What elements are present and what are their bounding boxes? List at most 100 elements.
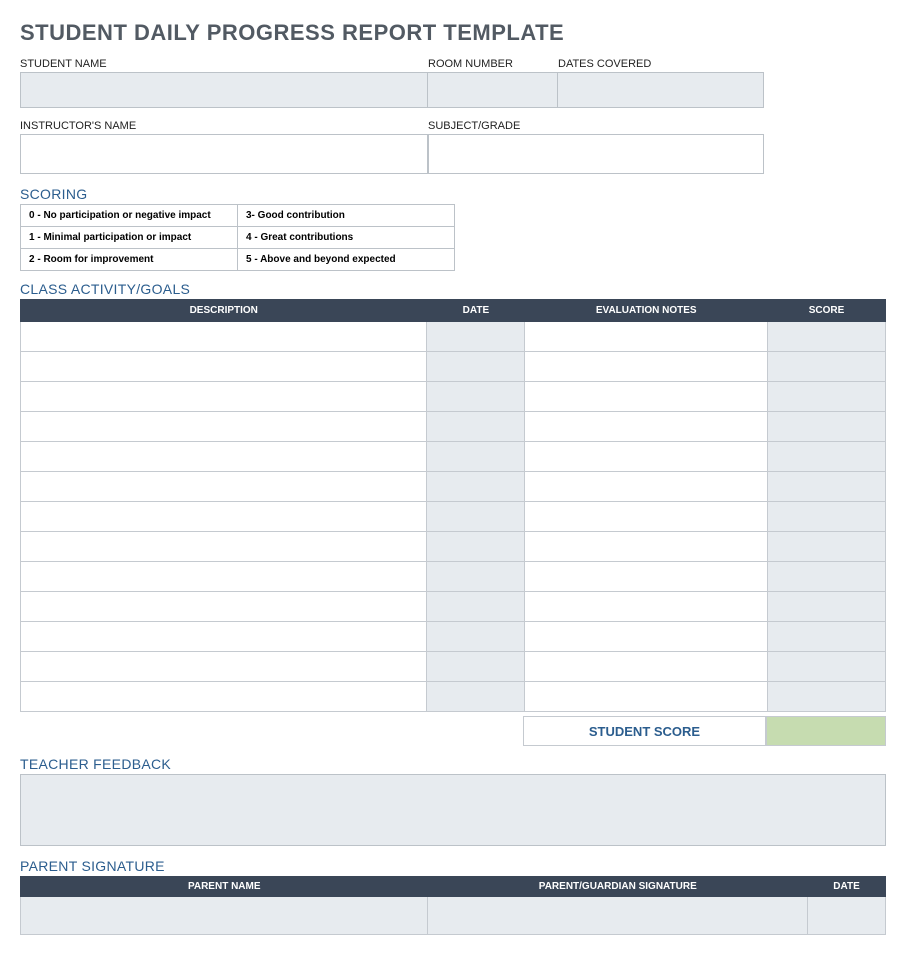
cell-description[interactable]: [21, 322, 427, 352]
subject-field[interactable]: [428, 134, 764, 174]
cell-score[interactable]: [768, 532, 886, 562]
cell-date[interactable]: [427, 682, 525, 712]
cell-notes[interactable]: [525, 502, 768, 532]
cell-score[interactable]: [768, 442, 886, 472]
th-parent-name: PARENT NAME: [21, 877, 428, 897]
scoring-cell: 4 - Great contributions: [238, 227, 455, 249]
cell-score[interactable]: [768, 562, 886, 592]
cell-description[interactable]: [21, 412, 427, 442]
parent-signature-field[interactable]: [428, 897, 808, 935]
cell-notes[interactable]: [525, 442, 768, 472]
cell-score[interactable]: [768, 592, 886, 622]
cell-description[interactable]: [21, 472, 427, 502]
cell-description[interactable]: [21, 682, 427, 712]
cell-date[interactable]: [427, 472, 525, 502]
activity-row: [21, 652, 886, 682]
cell-score[interactable]: [768, 472, 886, 502]
th-score: SCORE: [768, 300, 886, 322]
cell-description[interactable]: [21, 622, 427, 652]
student-score-row: STUDENT SCORE: [20, 716, 886, 746]
cell-description[interactable]: [21, 502, 427, 532]
activity-table: DESCRIPTION DATE EVALUATION NOTES SCORE: [20, 299, 886, 712]
cell-score[interactable]: [768, 382, 886, 412]
instructor-label: INSTRUCTOR'S NAME: [20, 120, 428, 132]
cell-notes[interactable]: [525, 412, 768, 442]
cell-date[interactable]: [427, 382, 525, 412]
cell-score[interactable]: [768, 622, 886, 652]
instructor-field[interactable]: [20, 134, 428, 174]
activity-row: [21, 472, 886, 502]
scoring-cell: 1 - Minimal participation or impact: [21, 227, 238, 249]
cell-description[interactable]: [21, 562, 427, 592]
activity-row: [21, 352, 886, 382]
activity-row: [21, 622, 886, 652]
activity-row: [21, 412, 886, 442]
parent-name-field[interactable]: [21, 897, 428, 935]
scoring-cell: 5 - Above and beyond expected: [238, 249, 455, 271]
cell-date[interactable]: [427, 652, 525, 682]
cell-score[interactable]: [768, 412, 886, 442]
dates-covered-label: DATES COVERED: [558, 58, 764, 70]
scoring-table: 0 - No participation or negative impact …: [20, 204, 455, 271]
info-row-1: STUDENT NAME ROOM NUMBER DATES COVERED: [20, 58, 892, 108]
cell-notes[interactable]: [525, 352, 768, 382]
signature-heading: PARENT SIGNATURE: [20, 858, 892, 874]
room-number-label: ROOM NUMBER: [428, 58, 558, 70]
cell-notes[interactable]: [525, 532, 768, 562]
cell-description[interactable]: [21, 352, 427, 382]
cell-score[interactable]: [768, 652, 886, 682]
cell-notes[interactable]: [525, 382, 768, 412]
activity-row: [21, 382, 886, 412]
student-name-field[interactable]: [20, 72, 428, 108]
scoring-heading: SCORING: [20, 186, 892, 202]
activity-row: [21, 682, 886, 712]
cell-notes[interactable]: [525, 682, 768, 712]
scoring-cell: 2 - Room for improvement: [21, 249, 238, 271]
cell-score[interactable]: [768, 502, 886, 532]
activity-row: [21, 322, 886, 352]
signature-table: PARENT NAME PARENT/GUARDIAN SIGNATURE DA…: [20, 876, 886, 935]
student-score-label: STUDENT SCORE: [523, 716, 766, 746]
cell-description[interactable]: [21, 532, 427, 562]
th-date: DATE: [427, 300, 525, 322]
cell-date[interactable]: [427, 562, 525, 592]
th-sig-date: DATE: [808, 877, 886, 897]
info-row-2: INSTRUCTOR'S NAME SUBJECT/GRADE: [20, 120, 892, 174]
cell-date[interactable]: [427, 622, 525, 652]
cell-date[interactable]: [427, 412, 525, 442]
activity-heading: CLASS ACTIVITY/GOALS: [20, 281, 892, 297]
th-description: DESCRIPTION: [21, 300, 427, 322]
cell-description[interactable]: [21, 592, 427, 622]
page-title: STUDENT DAILY PROGRESS REPORT TEMPLATE: [20, 20, 892, 46]
activity-row: [21, 532, 886, 562]
subject-label: SUBJECT/GRADE: [428, 120, 764, 132]
cell-notes[interactable]: [525, 622, 768, 652]
cell-date[interactable]: [427, 502, 525, 532]
cell-notes[interactable]: [525, 592, 768, 622]
cell-notes[interactable]: [525, 562, 768, 592]
student-score-value[interactable]: [766, 716, 886, 746]
cell-date[interactable]: [427, 592, 525, 622]
cell-description[interactable]: [21, 382, 427, 412]
scoring-cell: 0 - No participation or negative impact: [21, 205, 238, 227]
cell-notes[interactable]: [525, 322, 768, 352]
cell-score[interactable]: [768, 682, 886, 712]
th-notes: EVALUATION NOTES: [525, 300, 768, 322]
cell-score[interactable]: [768, 322, 886, 352]
room-number-field[interactable]: [428, 72, 558, 108]
cell-score[interactable]: [768, 352, 886, 382]
cell-description[interactable]: [21, 442, 427, 472]
cell-notes[interactable]: [525, 652, 768, 682]
cell-notes[interactable]: [525, 472, 768, 502]
cell-date[interactable]: [427, 322, 525, 352]
feedback-field[interactable]: [20, 774, 886, 846]
cell-date[interactable]: [427, 532, 525, 562]
cell-date[interactable]: [427, 442, 525, 472]
student-name-label: STUDENT NAME: [20, 58, 428, 70]
signature-row: [21, 897, 886, 935]
scoring-cell: 3- Good contribution: [238, 205, 455, 227]
dates-covered-field[interactable]: [558, 72, 764, 108]
cell-description[interactable]: [21, 652, 427, 682]
signature-date-field[interactable]: [808, 897, 886, 935]
cell-date[interactable]: [427, 352, 525, 382]
